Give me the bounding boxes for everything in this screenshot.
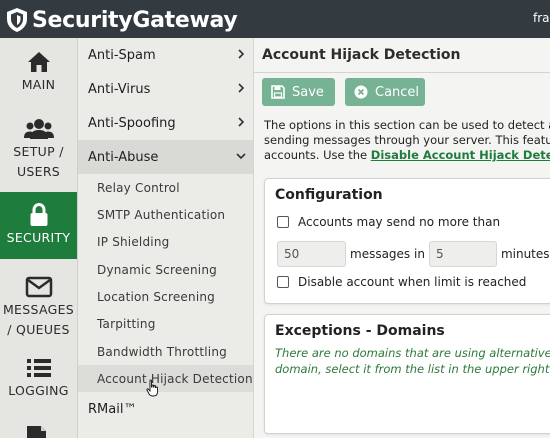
nav-setup-label: SETUP / USERS: [13, 144, 64, 179]
submenu-anti-virus-label: Anti-Virus: [88, 81, 151, 97]
app-logo[interactable]: SecurityGateway: [5, 6, 238, 34]
configuration-title: Configuration: [275, 187, 383, 203]
close-circle-icon: [354, 85, 368, 99]
exceptions-notice-line-1: There are no domains that are using alte…: [275, 346, 550, 360]
limit-label: Accounts may send no more than: [298, 215, 501, 229]
nav-messages-label: MESSAGES / QUEUES: [2, 302, 75, 337]
submenu-item-location-screening[interactable]: Location Screening: [78, 283, 253, 310]
submenu-item-ip-shielding[interactable]: IP Shielding: [78, 228, 253, 255]
intro-line-1: The options in this section can be used …: [264, 118, 550, 132]
exceptions-title: Exceptions - Domains: [275, 323, 445, 339]
submenu-item-tarpitting[interactable]: Tarpitting: [78, 310, 253, 337]
submenu-anti-abuse-label: Anti-Abuse: [88, 149, 159, 165]
security-submenu: Anti-Spam Anti-Virus Anti-Spoofing Anti-…: [78, 38, 254, 438]
nav-logging[interactable]: LOGGING: [0, 351, 77, 407]
chevron-right-icon: [238, 117, 245, 127]
exceptions-card: Exceptions - Domains There are no domain…: [264, 314, 550, 434]
brand-name: SecurityGateway: [32, 7, 238, 33]
envelope-icon: [25, 274, 53, 300]
document-icon[interactable]: [24, 424, 50, 438]
intro-line-3: accounts. Use the Disable Account Hijack…: [264, 148, 550, 163]
primary-nav: MAIN SETUP / USERS SECURITY MESSAGES / Q…: [0, 38, 78, 438]
limit-option[interactable]: Accounts may send no more than: [277, 215, 500, 229]
submenu-item-relay-control[interactable]: Relay Control: [78, 174, 253, 201]
submenu-anti-virus[interactable]: Anti-Virus: [78, 72, 253, 106]
nav-main-label: MAIN: [21, 77, 56, 92]
submenu-item-smtp-authentication[interactable]: SMTP Authentication: [78, 201, 253, 228]
exceptions-notice-line-2: domain, select it from the list in the u…: [275, 362, 550, 376]
floppy-disk-icon: [271, 85, 285, 99]
home-icon: [27, 49, 51, 75]
cancel-button[interactable]: Cancel: [345, 78, 425, 106]
submenu-anti-spam[interactable]: Anti-Spam: [78, 38, 253, 72]
intro-text: The options in this section can be used …: [264, 118, 550, 163]
submenu-anti-spoofing[interactable]: Anti-Spoofing: [78, 106, 253, 140]
chevron-down-icon: [236, 153, 246, 160]
disable-label: Disable account when limit is reached: [298, 275, 527, 289]
top-bar: SecurityGateway fra: [0, 0, 550, 38]
chevron-right-icon: [238, 83, 245, 93]
user-menu[interactable]: fra: [533, 11, 550, 25]
intro-line-2: sending messages through your server. Th…: [264, 133, 550, 147]
messages-in-label: messages in: [350, 247, 425, 261]
submenu-item-bandwidth-throttling[interactable]: Bandwidth Throttling: [78, 338, 253, 365]
intro-line-3-text: accounts. Use the: [264, 148, 371, 162]
shield-logo-icon: [5, 7, 29, 33]
disable-checkbox[interactable]: [277, 276, 289, 288]
cancel-button-label: Cancel: [375, 84, 420, 100]
nav-security[interactable]: SECURITY: [0, 192, 77, 259]
exceptions-notice: There are no domains that are using alte…: [275, 345, 550, 377]
limit-values-row: 50 messages in 5 minutes: [277, 241, 550, 267]
hand-pointer-icon: [146, 379, 158, 397]
minutes-input[interactable]: 5: [428, 241, 497, 267]
configuration-card: Configuration Accounts may send no more …: [264, 178, 550, 304]
main-panel: Account Hijack Detection Save Cancel The…: [254, 38, 550, 438]
submenu-anti-abuse[interactable]: Anti-Abuse: [78, 140, 253, 174]
chevron-right-icon: [238, 49, 245, 59]
submenu-rmail[interactable]: RMail™: [78, 392, 253, 426]
save-button[interactable]: Save: [262, 78, 335, 106]
limit-checkbox[interactable]: [277, 216, 289, 228]
minutes-label: minutes: [500, 247, 550, 261]
nav-main[interactable]: MAIN: [0, 44, 77, 100]
nav-security-label: SECURITY: [6, 230, 71, 245]
submenu-anti-spam-label: Anti-Spam: [88, 47, 156, 63]
nav-logging-label: LOGGING: [8, 383, 69, 398]
lock-icon: [29, 202, 49, 228]
list-icon: [26, 355, 52, 381]
submenu-item-account-hijack-detection[interactable]: Account Hijack Detection: [78, 365, 253, 392]
disable-hijack-detection-link[interactable]: Disable Account Hijack Detection: [371, 148, 550, 162]
title-divider: [254, 72, 550, 73]
submenu-rmail-label: RMail™: [88, 401, 137, 417]
submenu-item-dynamic-screening[interactable]: Dynamic Screening: [78, 256, 253, 283]
page-title: Account Hijack Detection: [262, 47, 461, 63]
nav-setup-users[interactable]: SETUP / USERS: [0, 112, 77, 188]
messages-count-input[interactable]: 50: [277, 241, 346, 267]
nav-messages-queues[interactable]: MESSAGES / QUEUES: [0, 270, 77, 340]
save-button-label: Save: [292, 84, 324, 100]
submenu-anti-spoofing-label: Anti-Spoofing: [88, 115, 176, 131]
disable-option[interactable]: Disable account when limit is reached: [277, 275, 526, 289]
users-icon: [23, 116, 54, 142]
